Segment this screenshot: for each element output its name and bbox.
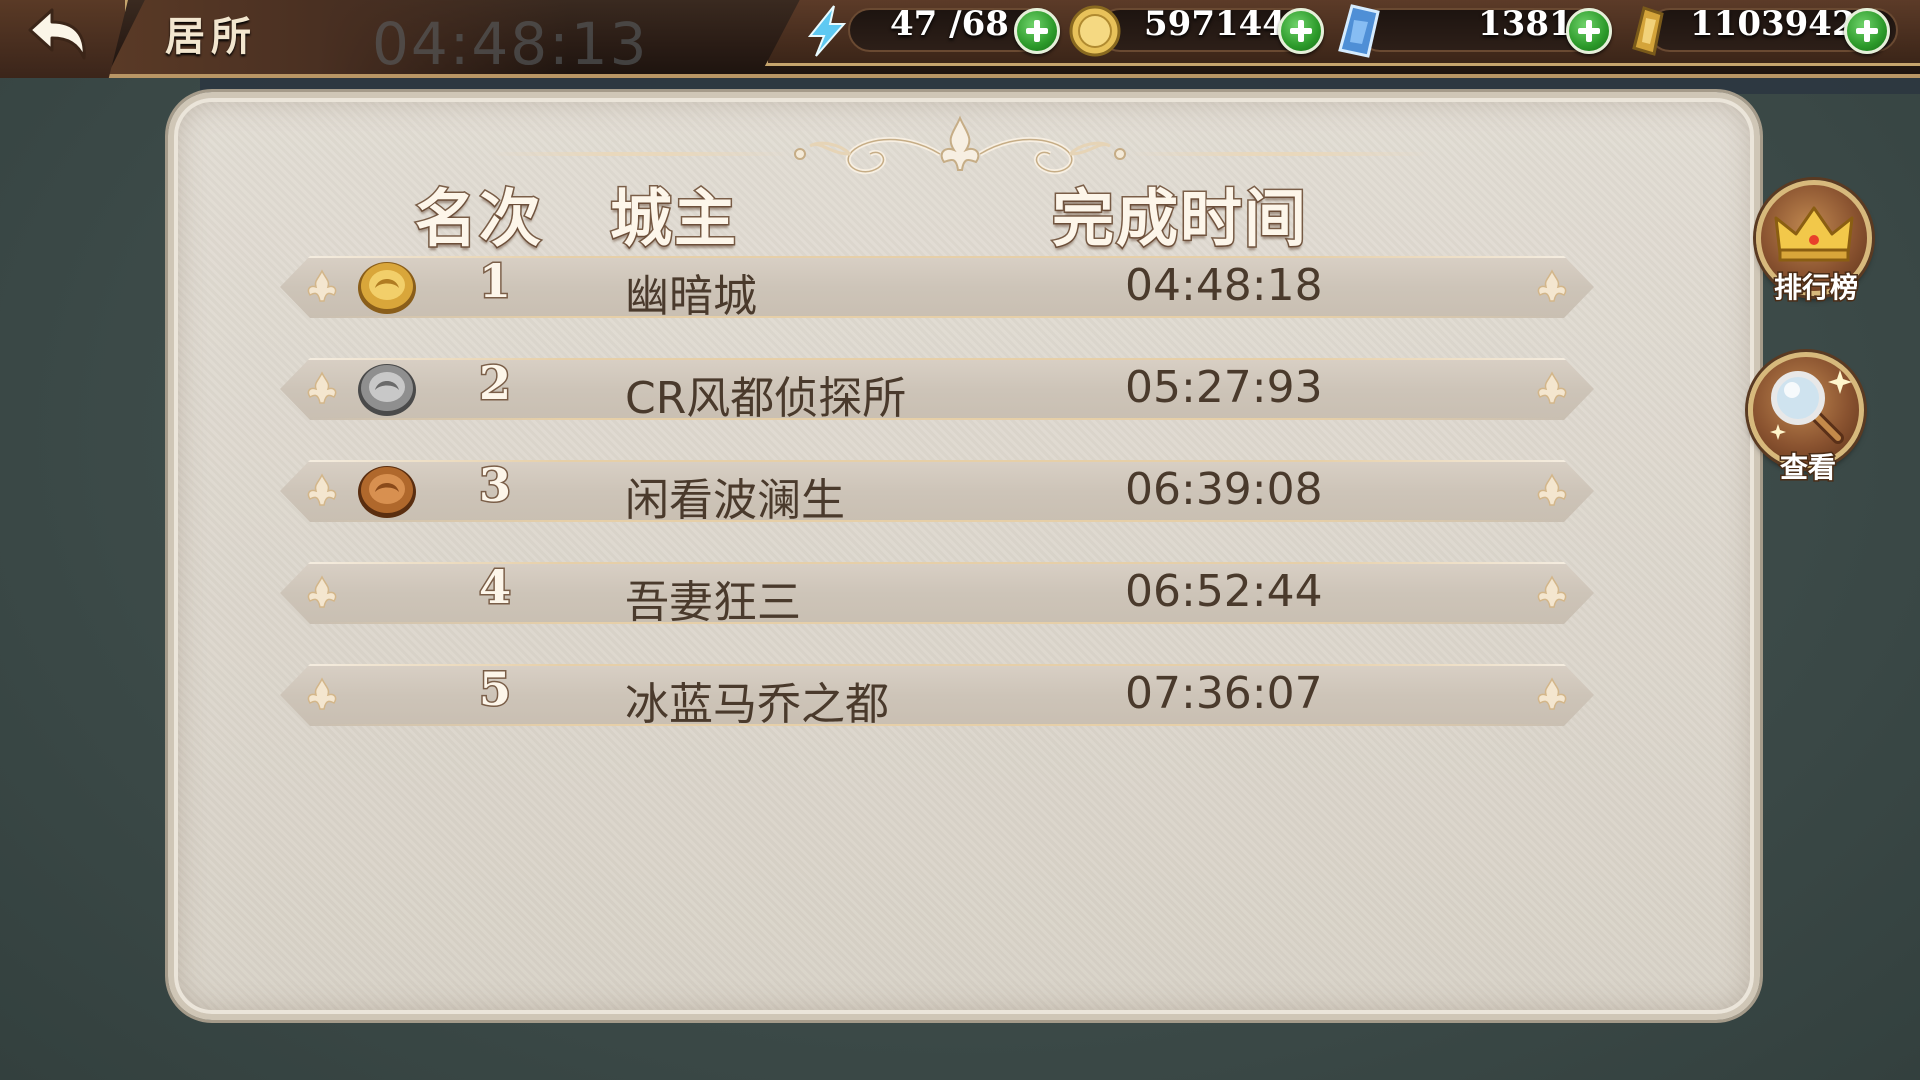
completion-time: 06:39:08: [1125, 464, 1323, 515]
fleur-right-icon: [1537, 371, 1567, 404]
leaderboard-button[interactable]: 排行榜: [1756, 180, 1876, 306]
add-gem-button[interactable]: [1844, 8, 1890, 54]
fleur-right-icon: [1537, 473, 1567, 506]
rank-number: 2: [477, 355, 512, 412]
top-bar: 04:48:13 居所 47 /68 597144 1381 1103942: [0, 0, 1920, 78]
completion-time: 06:52:44: [1125, 566, 1323, 617]
gold-value: 597144: [1144, 4, 1286, 44]
back-arrow-icon: [28, 8, 86, 60]
crown-icon: [1774, 206, 1854, 262]
city-owner-name: CR风都侦探所: [625, 373, 907, 424]
fleur-left-icon: [307, 371, 337, 404]
completion-time: 04:48:18: [1125, 260, 1323, 311]
silver-medal-icon: [358, 364, 416, 416]
rank-number: 5: [477, 661, 512, 718]
rank-number: 4: [477, 559, 512, 616]
ranking-row-1: 1 幽暗城 04:48:18: [280, 253, 1594, 322]
fleur-left-icon: [307, 473, 337, 506]
gem-value: 1103942: [1690, 4, 1856, 44]
fleur-left-icon: [307, 575, 337, 608]
owner-header: 城主: [608, 181, 739, 257]
fleur-right-icon: [1537, 575, 1567, 608]
add-stamina-button[interactable]: [1014, 8, 1060, 54]
leaderboard-screen: 04:48:13 居所 47 /68 597144 1381 1103942 名…: [0, 0, 1920, 1080]
background-timer: 04:48:13: [372, 10, 649, 78]
crystal-value: 1381: [1478, 4, 1573, 44]
page-title: 居所: [165, 13, 257, 60]
rank-number: 3: [477, 457, 512, 514]
gold-coin-icon: [1069, 5, 1121, 57]
city-owner-name: 幽暗城: [625, 271, 757, 322]
ranking-row-4: 4 吾妻狂三 06:52:44: [280, 559, 1594, 628]
bronze-medal-icon: [358, 466, 416, 518]
city-owner-name: 闲看波澜生: [625, 475, 845, 526]
fleur-left-icon: [307, 677, 337, 710]
ranking-row-5: 5 冰蓝马乔之都 07:36:07: [280, 661, 1594, 730]
time-header: 完成时间: [1050, 181, 1309, 257]
add-gold-button[interactable]: [1278, 8, 1324, 54]
completion-time: 05:27:93: [1125, 362, 1323, 413]
ranking-row-2: 2 CR风都侦探所 05:27:93: [280, 355, 1594, 424]
city-owner-name: 吾妻狂三: [625, 577, 801, 628]
add-crystal-button[interactable]: [1566, 8, 1612, 54]
resource-bar: 47 /68 597144 1381 1103942: [765, 0, 1920, 66]
lightning-icon: [807, 5, 847, 57]
city-owner-name: 冰蓝马乔之都: [625, 679, 889, 730]
gold-gem-icon: [1632, 6, 1664, 56]
fleur-left-icon: [307, 269, 337, 302]
blue-crystal-icon: [1338, 4, 1380, 58]
back-button[interactable]: [0, 0, 128, 78]
view-label: 查看: [1778, 450, 1837, 486]
gold-medal-icon: [358, 262, 416, 314]
fleur-right-icon: [1537, 677, 1567, 710]
fleur-right-icon: [1537, 269, 1567, 302]
ranking-panel: [168, 92, 1760, 1020]
rank-header: 名次: [413, 181, 544, 257]
rank-number: 1: [477, 253, 512, 310]
magnifier-icon: [1770, 370, 1852, 444]
leaderboard-label: 排行榜: [1772, 270, 1859, 306]
view-button[interactable]: 查看: [1748, 352, 1868, 486]
completion-time: 07:36:07: [1125, 668, 1323, 719]
stamina-value: 47 /68: [890, 4, 1009, 44]
ranking-row-3: 3 闲看波澜生 06:39:08: [280, 457, 1594, 526]
